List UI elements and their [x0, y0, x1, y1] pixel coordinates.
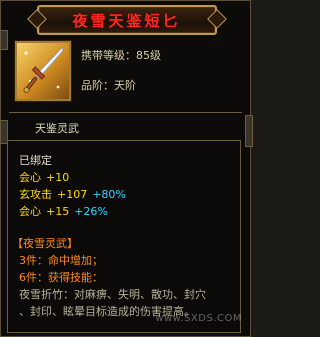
stat-value: +15: [46, 205, 70, 218]
stat-line: 玄攻击 +107 +80%: [19, 186, 126, 202]
spirit-weapon-label: 天鉴灵武: [35, 122, 79, 135]
bound-status: 已绑定: [19, 154, 52, 167]
set-piece-text: 获得技能：: [48, 271, 103, 284]
title-banner: 夜雪天鉴短匕: [5, 5, 248, 35]
background-window-edge: [245, 115, 253, 147]
background-window-edge: [0, 120, 8, 144]
set-piece-6: 6件：获得技能：: [19, 269, 103, 285]
title-frame: 夜雪天鉴短匕: [36, 5, 217, 35]
divider: [9, 112, 242, 113]
stats-panel: 已绑定 会心 +10 玄攻击 +107 +80% 会心 +15 +26% 【夜雪灵武】 3…: [7, 140, 241, 333]
set-piece-label: 3件：: [19, 254, 48, 267]
grade-label: 品阶：: [81, 79, 114, 92]
carry-level: 携带等级：85级: [81, 47, 161, 63]
item-tooltip: 夜雪天鉴短匕 携带等级：85级 品阶：天阶 天鉴灵武 已绑定 会心 +10 玄攻击…: [0, 0, 251, 337]
stat-bonus: +80%: [92, 188, 126, 201]
grade-value: 天阶: [114, 79, 136, 92]
set-piece-label: 6件：: [19, 271, 48, 284]
dagger-icon[interactable]: [15, 41, 71, 101]
stat-value: +107: [57, 188, 88, 201]
set-piece-text: 命中增加；: [48, 254, 103, 267]
set-title: 【夜雪灵武】: [12, 237, 78, 250]
carry-level-value: 85级: [136, 49, 161, 62]
set-skill-desc: 夜雪折竹：对麻痹、失明、散功、封穴: [19, 288, 206, 301]
stat-name: 会心: [19, 205, 41, 218]
watermark: www.SXDS.COM: [155, 313, 242, 324]
stat-name: 玄攻击: [19, 188, 52, 201]
stat-line: 会心 +15 +26%: [19, 203, 108, 219]
carry-level-label: 携带等级：: [81, 49, 136, 62]
stat-line: 会心 +10: [19, 169, 69, 185]
background-window-edge: [0, 30, 8, 50]
stat-name: 会心: [19, 171, 41, 184]
set-piece-3: 3件：命中增加；: [19, 252, 103, 268]
item-name: 夜雪天鉴短匕: [72, 11, 181, 30]
grade: 品阶：天阶: [81, 77, 136, 93]
stat-bonus: +26%: [74, 205, 108, 218]
stat-value: +10: [46, 171, 70, 184]
